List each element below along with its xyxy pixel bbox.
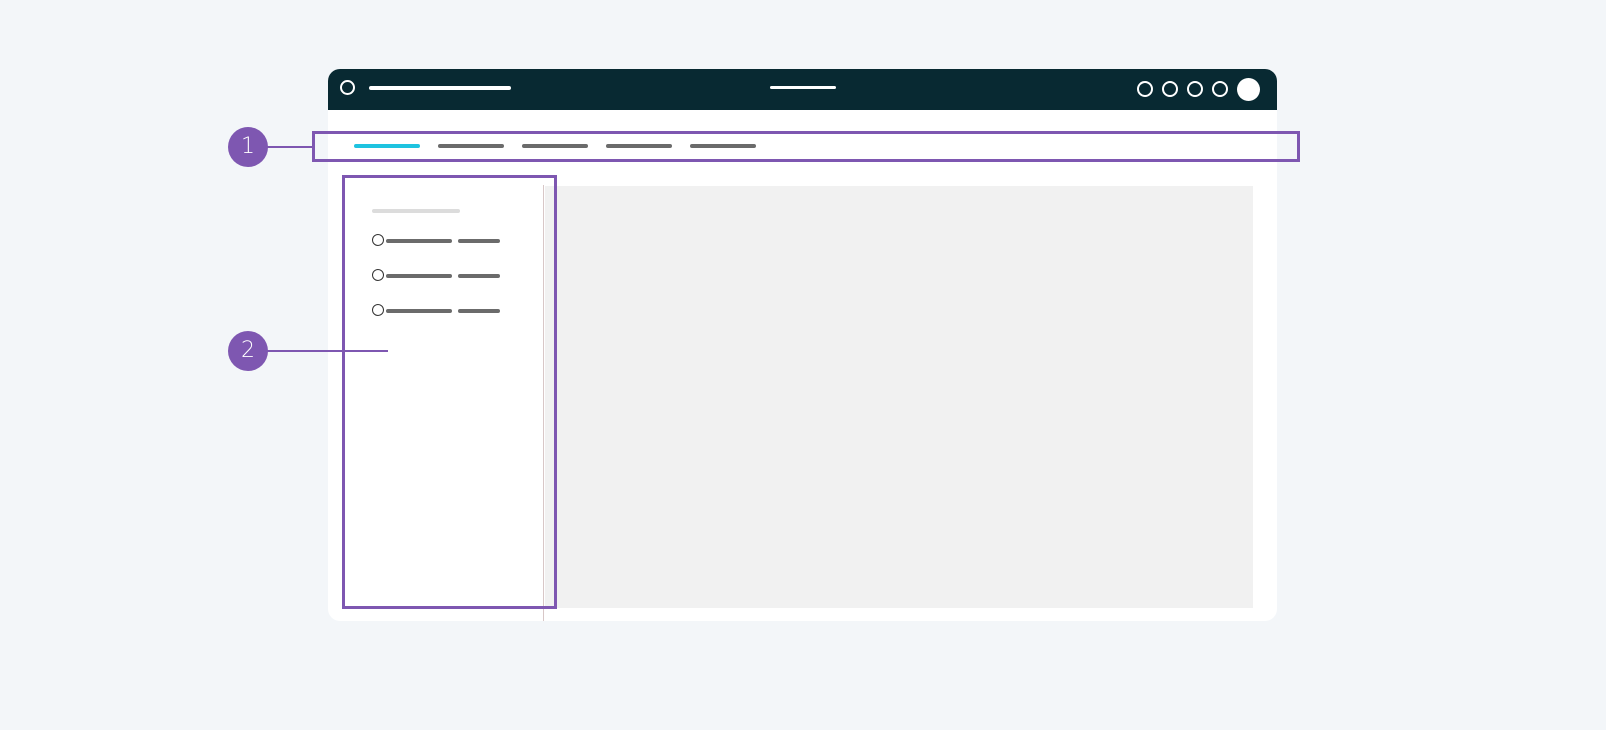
logo-icon[interactable] [340,80,355,95]
app-title-placeholder [369,86,511,90]
sidebar-highlight-box [342,175,557,609]
tabs-highlight-box [312,131,1300,162]
header-center-placeholder [770,86,836,89]
annotation-badge-1: 1 [228,127,268,167]
utility-circle-icon[interactable] [1137,81,1153,97]
avatar-icon[interactable] [1237,78,1260,101]
utility-circle-icon[interactable] [1212,81,1228,97]
main-content-area [545,186,1253,608]
annotation-2-leader [266,350,388,352]
global-header [328,69,1277,110]
annotation-badge-2: 2 [228,331,268,371]
utility-circle-icon[interactable] [1187,81,1203,97]
annotated-layout-diagram: 1 2 [0,0,1606,730]
utility-circle-icon[interactable] [1162,81,1178,97]
annotation-1-leader [266,146,312,148]
